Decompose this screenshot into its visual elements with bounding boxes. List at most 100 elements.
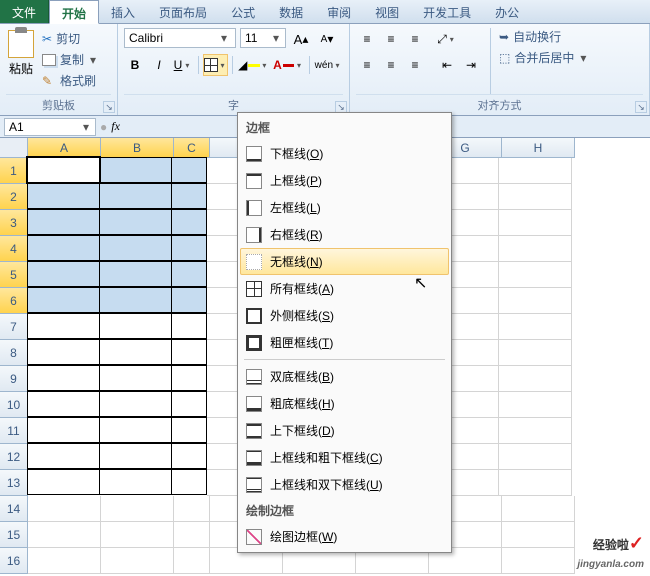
cell[interactable] (99, 443, 172, 469)
tab-review[interactable]: 审阅 (315, 0, 363, 23)
decrease-font-button[interactable]: A▾ (316, 28, 338, 50)
cell[interactable] (499, 262, 572, 288)
cell[interactable] (499, 392, 572, 418)
name-box[interactable]: A1▾ (4, 118, 96, 136)
align-middle-button[interactable]: ≡ (380, 28, 402, 50)
cell[interactable] (99, 209, 172, 235)
cell[interactable] (174, 522, 210, 548)
row-header[interactable]: 3 (0, 210, 28, 236)
cell[interactable] (171, 235, 207, 261)
row-header[interactable]: 1 (0, 158, 28, 184)
row-header[interactable]: 11 (0, 418, 28, 444)
border-option[interactable]: 粗底框线(H) (240, 390, 449, 417)
cell[interactable] (27, 391, 100, 417)
tab-office[interactable]: 办公 (483, 0, 531, 23)
cell[interactable] (27, 183, 100, 209)
cell[interactable] (499, 158, 572, 184)
font-name-input[interactable] (129, 30, 219, 46)
cell[interactable] (499, 314, 572, 340)
cell[interactable] (171, 417, 207, 443)
cell[interactable] (499, 366, 572, 392)
tab-page-layout[interactable]: 页面布局 (147, 0, 219, 23)
align-bottom-button[interactable]: ≡ (404, 28, 426, 50)
border-option[interactable]: 下框线(O) (240, 140, 449, 167)
border-option[interactable]: 上框线(P) (240, 167, 449, 194)
row-header[interactable]: 2 (0, 184, 28, 210)
cell[interactable] (101, 548, 174, 574)
cell[interactable] (101, 522, 174, 548)
cell[interactable] (101, 496, 174, 522)
cell[interactable] (99, 235, 172, 261)
font-size-combo[interactable]: ▾ (240, 28, 286, 48)
fx-icon[interactable]: fx (111, 119, 120, 134)
font-size-input[interactable] (245, 30, 271, 46)
font-name-combo[interactable]: ▾ (124, 28, 236, 48)
align-right-button[interactable]: ≡ (404, 54, 426, 76)
cell[interactable] (499, 236, 572, 262)
cell[interactable] (99, 417, 172, 443)
orientation-button[interactable]: ⤢▾ (436, 28, 458, 50)
cell[interactable] (27, 209, 100, 235)
cell[interactable] (171, 339, 207, 365)
row-header[interactable]: 4 (0, 236, 28, 262)
border-option[interactable]: 上框线和粗下框线(C) (240, 444, 449, 471)
border-option[interactable]: 上下框线(D) (240, 417, 449, 444)
border-option[interactable]: 双底框线(B) (240, 363, 449, 390)
paste-button[interactable]: 粘贴 (9, 60, 33, 77)
border-option[interactable]: 无框线(N) (240, 248, 449, 275)
cell[interactable] (27, 313, 100, 339)
cell[interactable] (171, 261, 207, 287)
border-option[interactable]: 上框线和双下框线(U) (240, 471, 449, 498)
cell[interactable] (499, 184, 572, 210)
cell[interactable] (171, 183, 207, 209)
cell[interactable] (99, 313, 172, 339)
tab-home[interactable]: 开始 (49, 0, 99, 24)
cell[interactable] (171, 391, 207, 417)
alignment-launcher[interactable]: ↘ (635, 101, 647, 113)
cell[interactable] (99, 391, 172, 417)
cell[interactable] (499, 210, 572, 236)
row-header[interactable]: 13 (0, 470, 28, 496)
border-option[interactable]: 外侧框线(S) (240, 302, 449, 329)
cell[interactable] (499, 444, 572, 470)
clipboard-launcher[interactable]: ↘ (103, 101, 115, 113)
copy-button[interactable]: 复制▾ (42, 51, 98, 68)
wrap-text-button[interactable]: ➥自动换行 (499, 28, 588, 45)
column-header[interactable]: C (174, 138, 210, 158)
cell[interactable] (502, 522, 575, 548)
cell[interactable] (99, 261, 172, 287)
cell[interactable] (27, 417, 100, 443)
font-color-button[interactable]: A▾ (272, 54, 305, 76)
cell[interactable] (27, 469, 100, 495)
cell[interactable] (171, 469, 207, 495)
cell[interactable] (27, 443, 100, 469)
cell[interactable] (28, 522, 101, 548)
cell[interactable] (27, 157, 100, 183)
increase-indent-button[interactable]: ⇥ (460, 54, 482, 76)
cell[interactable] (499, 340, 572, 366)
tab-view[interactable]: 视图 (363, 0, 411, 23)
cell[interactable] (27, 287, 100, 313)
cell[interactable] (27, 235, 100, 261)
cell[interactable] (99, 157, 172, 183)
row-header[interactable]: 14 (0, 496, 28, 522)
row-header[interactable]: 9 (0, 366, 28, 392)
format-painter-button[interactable]: ✎格式刷 (42, 72, 98, 89)
fill-color-button[interactable]: ◢▾ (237, 54, 270, 76)
phonetic-button[interactable]: wén▾ (314, 54, 343, 76)
cell[interactable] (27, 261, 100, 287)
increase-font-button[interactable]: A▴ (290, 28, 312, 50)
cell[interactable] (99, 287, 172, 313)
cell[interactable] (174, 548, 210, 574)
align-top-button[interactable]: ≡ (356, 28, 378, 50)
row-header[interactable]: 10 (0, 392, 28, 418)
border-option[interactable]: 绘图边框(W) (240, 523, 449, 550)
row-header[interactable]: 8 (0, 340, 28, 366)
border-option[interactable]: 所有框线(A) (240, 275, 449, 302)
cell[interactable] (171, 313, 207, 339)
merge-center-button[interactable]: ⬚合并后居中▾ (499, 49, 588, 66)
cell[interactable] (499, 470, 572, 496)
column-header[interactable]: A (28, 138, 101, 158)
cell[interactable] (27, 365, 100, 391)
cell[interactable] (174, 496, 210, 522)
